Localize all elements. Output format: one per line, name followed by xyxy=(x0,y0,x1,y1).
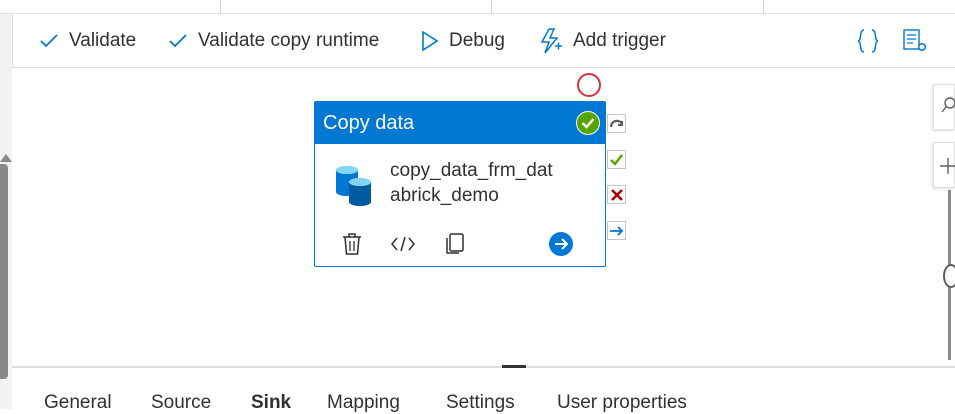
properties-panel: General Source Sink Mapping Settings Use… xyxy=(12,365,955,413)
navigate-arrow-icon[interactable] xyxy=(548,230,574,258)
validation-error-indicator[interactable] xyxy=(577,73,601,97)
properties-gear-icon xyxy=(901,28,929,54)
search-icon xyxy=(941,97,955,113)
activity-name-line-1: copy_data_frm_dat xyxy=(390,160,553,181)
collapse-arrow-icon[interactable] xyxy=(0,154,12,162)
delete-icon[interactable] xyxy=(339,230,365,258)
tab-sink[interactable]: Sink xyxy=(251,392,291,414)
top-tab-strip xyxy=(0,0,955,14)
validate-button[interactable]: Validate xyxy=(39,14,136,68)
left-collapse-bar[interactable] xyxy=(0,14,12,409)
validate-copy-runtime-button[interactable]: Validate copy runtime xyxy=(168,14,379,68)
tab-divider xyxy=(220,0,221,14)
code-icon[interactable] xyxy=(390,230,416,258)
tab-general[interactable]: General xyxy=(44,392,112,414)
add-trigger-label: Add trigger xyxy=(573,30,666,51)
tab-user-properties[interactable]: User properties xyxy=(557,392,687,414)
completion-arrow-icon xyxy=(609,225,623,236)
activity-actions xyxy=(315,230,605,262)
plus-icon xyxy=(940,158,955,174)
clone-icon[interactable] xyxy=(441,230,467,258)
skip-port[interactable] xyxy=(607,114,626,133)
checkmark-icon xyxy=(39,33,59,49)
tab-divider xyxy=(763,0,764,14)
zoom-slider-thumb[interactable] xyxy=(943,264,955,288)
left-scrollbar[interactable] xyxy=(0,164,8,379)
debug-button[interactable]: Debug xyxy=(421,14,505,68)
activity-body: copy_data_frm_dat abrick_demo xyxy=(315,144,605,266)
success-status-icon xyxy=(576,111,600,135)
copy-data-activity[interactable]: Copy data copy_data_frm_dat abrick_demo xyxy=(314,101,606,267)
activity-type-label: Copy data xyxy=(323,111,415,134)
validate-copy-runtime-label: Validate copy runtime xyxy=(198,30,380,51)
pipeline-toolbar: Validate Validate copy runtime Debug Add… xyxy=(12,14,955,68)
success-check-icon xyxy=(610,154,623,166)
tab-mapping[interactable]: Mapping xyxy=(327,392,400,414)
checkmark-icon xyxy=(168,33,188,49)
zoom-in-button[interactable] xyxy=(933,142,955,188)
play-icon xyxy=(421,30,439,52)
resize-handle[interactable] xyxy=(502,365,526,368)
completion-port[interactable] xyxy=(607,221,626,240)
tab-settings[interactable]: Settings xyxy=(446,392,515,414)
add-trigger-button[interactable]: Add trigger xyxy=(539,14,666,68)
skip-arrow-icon xyxy=(609,119,624,128)
properties-button[interactable] xyxy=(901,14,929,68)
activity-name-line-2: abrick_demo xyxy=(390,185,499,206)
activity-header: Copy data xyxy=(315,102,605,144)
tab-divider xyxy=(491,0,492,14)
code-view-button[interactable] xyxy=(856,14,880,68)
lightning-icon xyxy=(539,28,563,54)
tab-source[interactable]: Source xyxy=(151,392,211,414)
failure-port[interactable] xyxy=(607,185,626,204)
search-canvas-button[interactable] xyxy=(933,84,955,130)
success-port[interactable] xyxy=(607,150,626,169)
failure-x-icon xyxy=(610,188,623,201)
database-icon xyxy=(333,162,375,213)
activity-name: copy_data_frm_dat abrick_demo xyxy=(390,158,590,208)
curly-braces-icon xyxy=(856,28,880,54)
validate-label: Validate xyxy=(69,30,137,51)
debug-label: Debug xyxy=(449,30,505,51)
